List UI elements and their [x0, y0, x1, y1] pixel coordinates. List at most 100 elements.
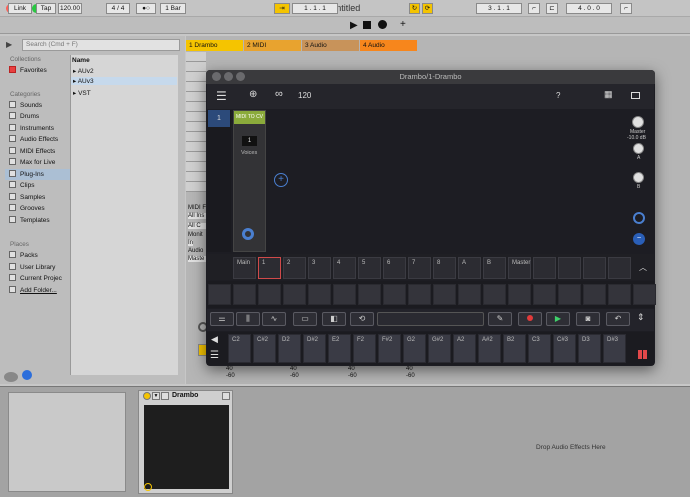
tuner-icon[interactable]: ⊕ — [249, 89, 257, 100]
category-instruments[interactable]: Instruments — [9, 123, 69, 134]
track-header-4[interactable]: 4 Audio — [360, 40, 417, 51]
key-cs2[interactable]: C#2 — [253, 334, 276, 363]
module-output-icon[interactable] — [242, 228, 254, 240]
tab-4[interactable]: 4 — [333, 257, 356, 279]
device-fold-icon[interactable]: ▼ — [152, 392, 160, 400]
record-button[interactable] — [518, 312, 542, 326]
all-ins-select[interactable]: All Ins — [188, 213, 206, 219]
master-knob[interactable] — [632, 116, 644, 128]
signature-field[interactable]: 4 / 4 — [106, 3, 130, 14]
tab-empty-1[interactable] — [533, 257, 556, 279]
place-user-library[interactable]: User Library — [9, 262, 69, 273]
tab-b[interactable]: B — [483, 257, 506, 279]
tab-a[interactable]: A — [458, 257, 481, 279]
tab-5[interactable]: 5 — [358, 257, 381, 279]
grid-icon[interactable]: ▦ — [604, 89, 613, 100]
master-select[interactable]: Maste — [188, 256, 206, 262]
pad[interactable] — [283, 284, 306, 305]
place-packs[interactable]: Packs — [9, 250, 69, 261]
key-as2[interactable]: A#2 — [478, 334, 501, 363]
automation-arm-button[interactable]: ↻ — [409, 3, 420, 14]
pad[interactable] — [583, 284, 606, 305]
pad[interactable] — [408, 284, 431, 305]
key-ds2[interactable]: D#2 — [303, 334, 326, 363]
link-button[interactable]: Link — [8, 3, 32, 14]
preview-icon[interactable] — [22, 370, 32, 380]
key-b2[interactable]: B2 — [503, 334, 526, 363]
expand-vertical-icon[interactable]: ⇕ — [637, 312, 645, 323]
browser-item-auv3[interactable]: ▸ AUv3 — [71, 77, 177, 85]
pad[interactable] — [333, 284, 356, 305]
device-macro-icon[interactable] — [144, 483, 152, 491]
key-e2[interactable]: E2 — [328, 334, 351, 363]
pad[interactable] — [633, 284, 656, 305]
pad[interactable] — [258, 284, 281, 305]
add-icon[interactable]: + — [400, 19, 406, 30]
loop-length-field[interactable]: 4 . 0 . 0 — [566, 3, 612, 14]
track-1-button[interactable]: 1 — [208, 110, 230, 127]
preview-toggle-icon[interactable] — [4, 372, 18, 382]
arrangement-position[interactable]: 1 . 1 . 1 — [292, 3, 338, 14]
key-gs2[interactable]: G#2 — [428, 334, 451, 363]
edit-icon[interactable]: ✎ — [488, 312, 512, 326]
pad[interactable] — [458, 284, 481, 305]
tab-7[interactable]: 7 — [408, 257, 431, 279]
key-d3[interactable]: D3 — [578, 334, 601, 363]
pad[interactable] — [433, 284, 456, 305]
pad[interactable] — [233, 284, 256, 305]
category-grooves[interactable]: Grooves — [9, 203, 69, 214]
tab-3[interactable]: 3 — [308, 257, 331, 279]
tab-empty-2[interactable] — [558, 257, 581, 279]
loop-icon[interactable]: ⟲ — [350, 312, 374, 326]
tab-empty-4[interactable] — [608, 257, 631, 279]
pad[interactable] — [558, 284, 581, 305]
pad[interactable] — [508, 284, 531, 305]
record-icon[interactable] — [378, 20, 387, 29]
category-max-for-live[interactable]: Max for Live — [9, 157, 69, 168]
mixer-icon[interactable]: ⚌ — [210, 312, 234, 326]
bars-icon[interactable]: ⫼ — [236, 312, 260, 326]
browser-item-auv2[interactable]: ▸ AUv2 — [73, 67, 177, 75]
keyboard-menu-icon[interactable]: ☰ — [210, 350, 219, 361]
module-title[interactable]: MIDI TO CV — [234, 111, 265, 124]
add-module-button[interactable]: + — [274, 173, 288, 187]
key-a2[interactable]: A2 — [453, 334, 476, 363]
track-header-1[interactable]: 1 Drambo — [186, 40, 243, 51]
metronome-icon[interactable]: ◙ — [576, 312, 600, 326]
tab-1[interactable]: 1 — [258, 257, 281, 279]
play-icon[interactable]: ▶ — [350, 20, 358, 31]
category-drums[interactable]: Drums — [9, 111, 69, 122]
key-cs3[interactable]: C#3 — [553, 334, 576, 363]
loop-start-field[interactable]: 3 . 1 . 1 — [476, 3, 522, 14]
keyboard-grid-icon[interactable] — [638, 350, 647, 359]
pad[interactable] — [358, 284, 381, 305]
place-current-project[interactable]: Current Projec — [9, 273, 69, 284]
window-icon[interactable] — [631, 92, 640, 99]
track-header-3[interactable]: 3 Audio — [302, 40, 359, 51]
key-c3[interactable]: C3 — [528, 334, 551, 363]
category-clips[interactable]: Clips — [9, 180, 69, 191]
pad[interactable] — [308, 284, 331, 305]
browser-item-vst[interactable]: ▸ VST — [73, 89, 177, 97]
category-sounds[interactable]: Sounds — [9, 100, 69, 111]
plugin-close-button[interactable] — [212, 72, 221, 81]
keyboard-left-icon[interactable]: ◀ — [211, 334, 218, 345]
pad[interactable] — [208, 284, 231, 305]
add-folder-link[interactable]: Add Folder... — [9, 285, 69, 296]
category-samples[interactable]: Samples — [9, 192, 69, 203]
category-audio-effects[interactable]: Audio Effects — [9, 134, 69, 145]
plugin-zoom-button[interactable] — [236, 72, 245, 81]
link-icon[interactable]: ∞ — [275, 88, 283, 100]
key-f2[interactable]: F2 — [353, 334, 376, 363]
help-button[interactable]: ? — [556, 91, 560, 100]
quantize-select[interactable]: 1 Bar — [160, 3, 186, 14]
tap-button[interactable]: Tap — [36, 3, 56, 14]
punch-in-button[interactable]: ⌐ — [528, 3, 540, 14]
undo-icon[interactable]: ↶ — [606, 312, 630, 326]
monitor-in-button[interactable]: In — [188, 240, 194, 246]
key-fs2[interactable]: F#2 — [378, 334, 401, 363]
device-activator[interactable] — [143, 392, 151, 400]
pad[interactable] — [483, 284, 506, 305]
layout-icon[interactable]: ◧ — [322, 312, 346, 326]
pad[interactable] — [608, 284, 631, 305]
